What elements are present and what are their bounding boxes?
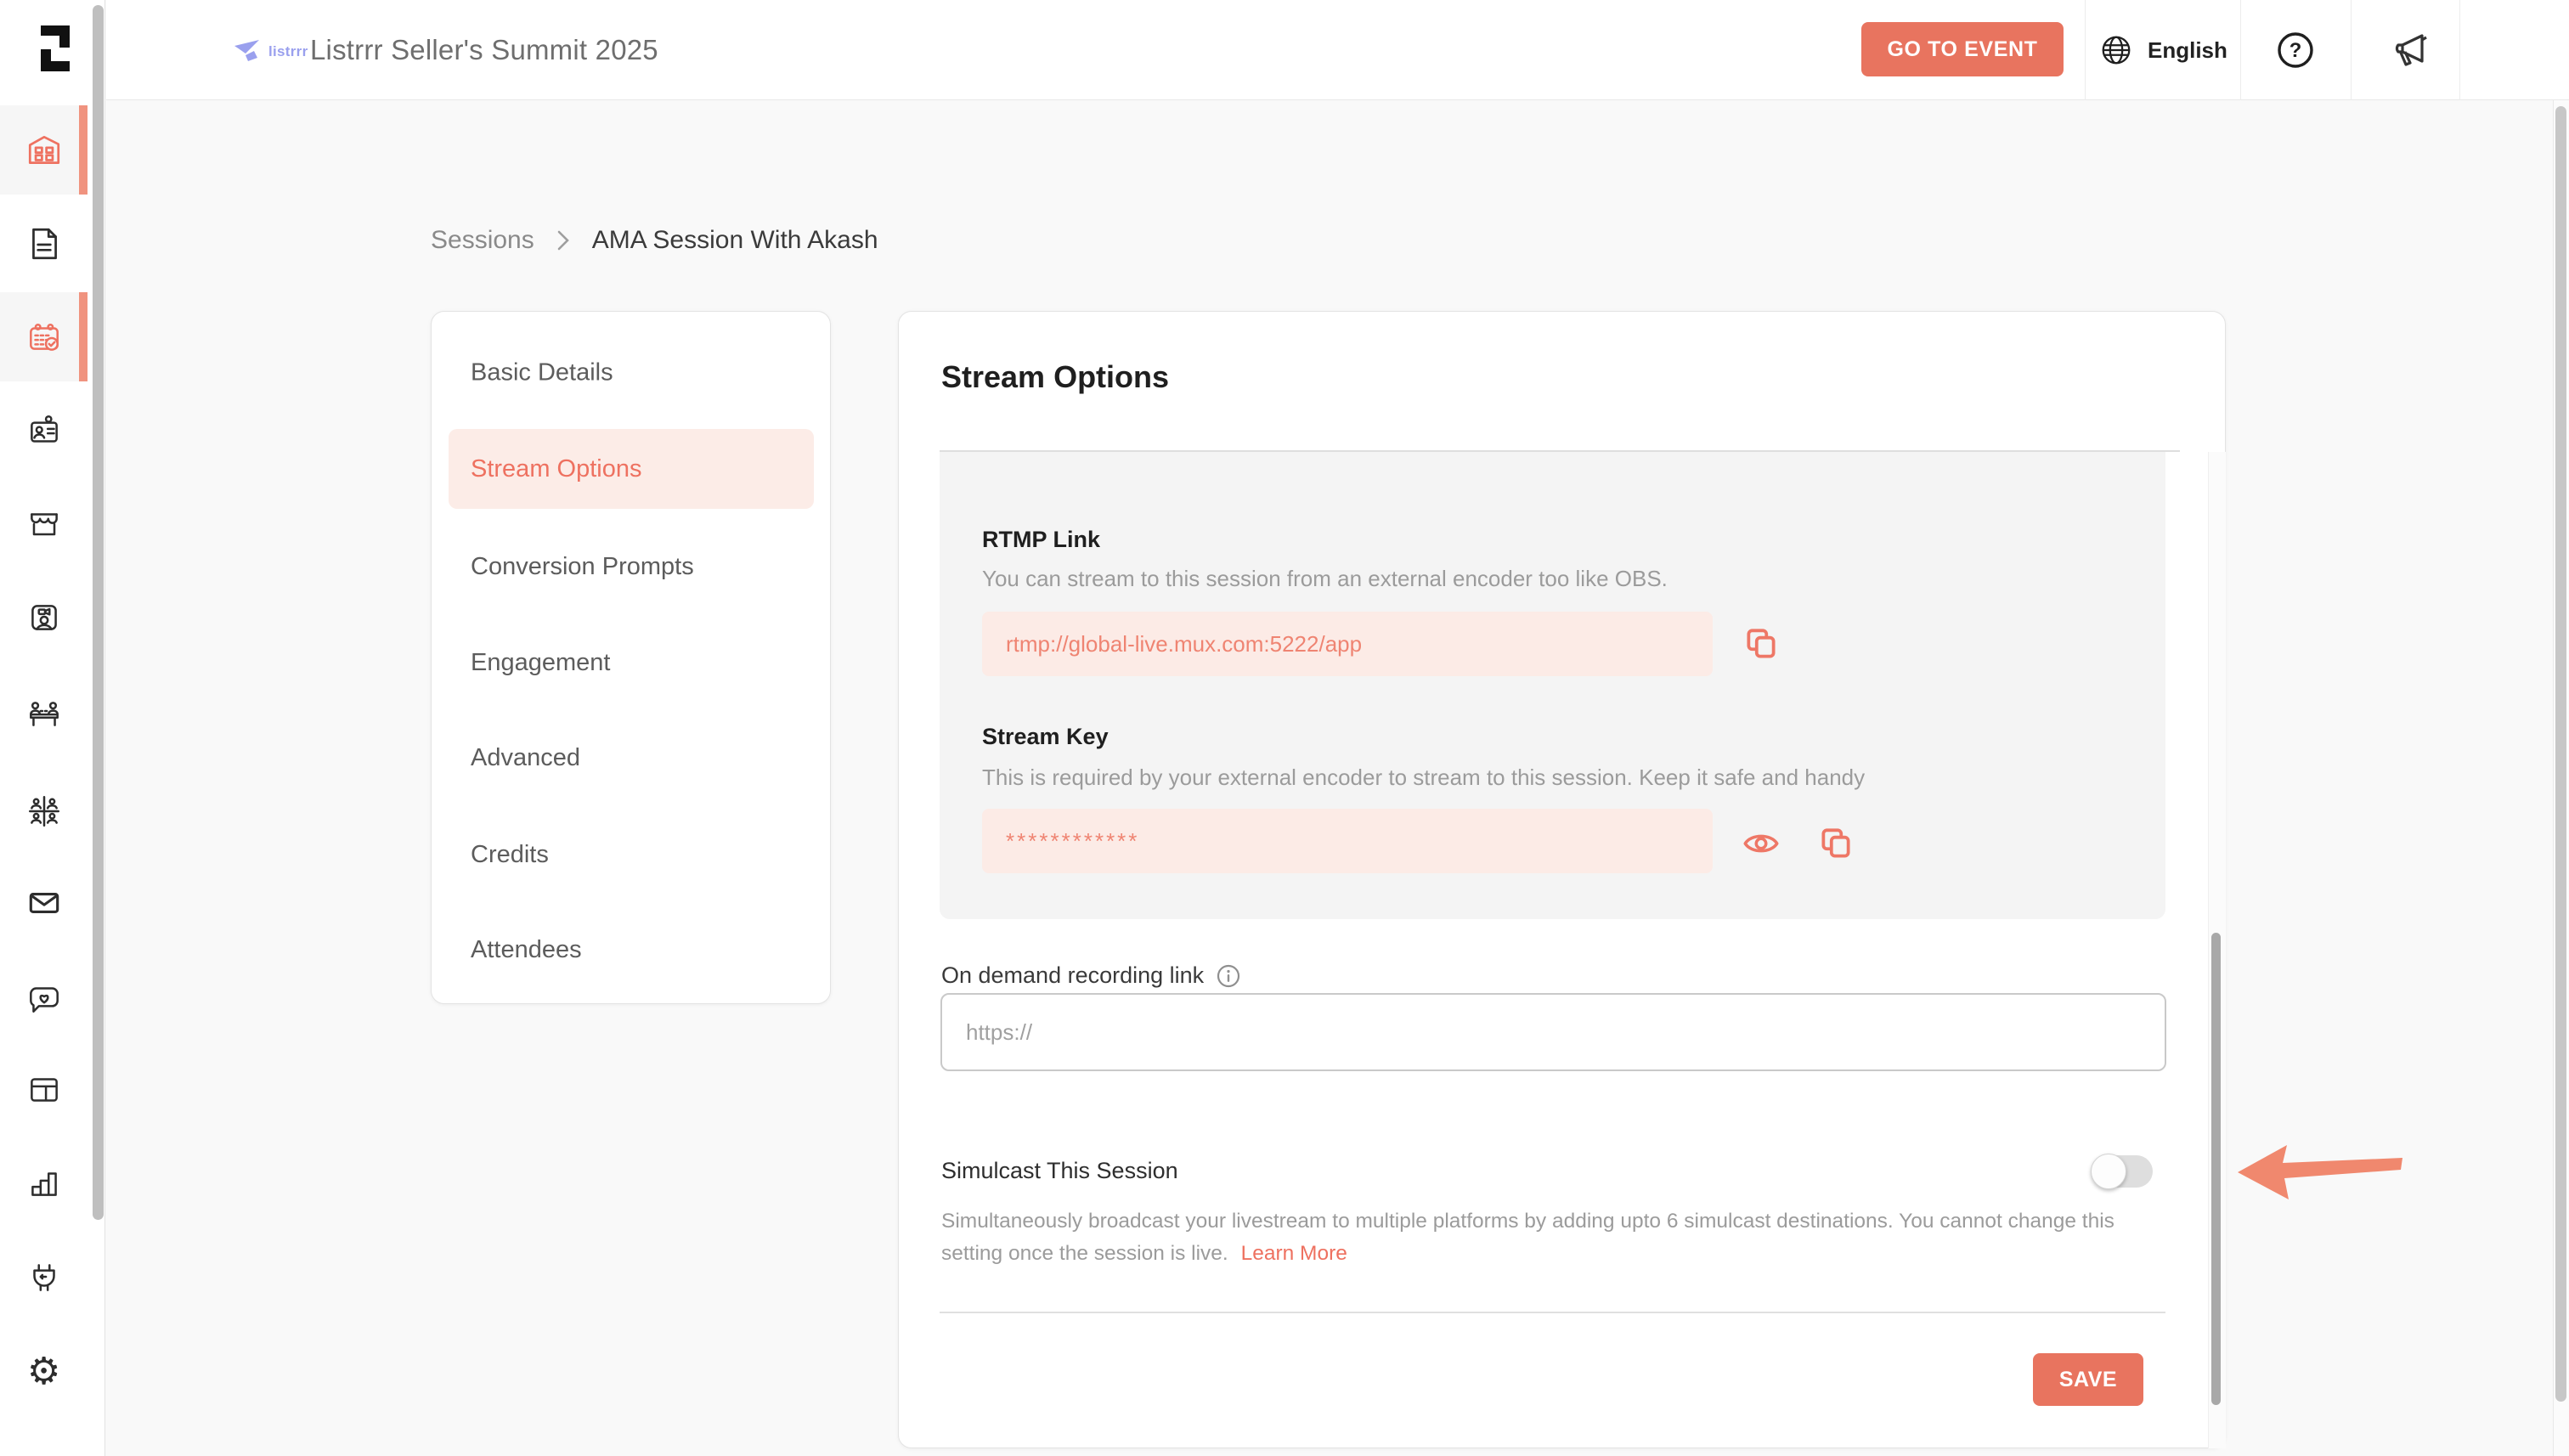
save-button[interactable]: SAVE (2033, 1353, 2143, 1406)
sidebar-item-pages[interactable] (0, 199, 88, 288)
chat-heart-icon (25, 979, 64, 1018)
top-header: listrrr Listrrr Seller's Summit 2025 GO … (106, 0, 2569, 100)
stream-key-label: Stream Key (982, 724, 1109, 750)
simulcast-label: Simulcast This Session (941, 1158, 1178, 1184)
sidebar-scrollbar[interactable] (93, 5, 104, 1220)
stream-key-value[interactable]: ************ (982, 809, 1713, 873)
copy-stream-key-button[interactable] (1816, 824, 1855, 866)
sidebar-item-networking[interactable] (0, 766, 88, 855)
page-title: Listrrr Seller's Summit 2025 (310, 0, 658, 100)
sidebar-item-integrations[interactable] (0, 1232, 88, 1321)
page-scrollbar-thumb[interactable] (2555, 106, 2566, 1402)
storefront-icon (25, 505, 64, 544)
plug-icon (25, 1257, 64, 1296)
eye-icon (1740, 822, 1782, 865)
stream-key-description: This is required by your external encode… (982, 765, 1865, 791)
chevron-right-icon (556, 229, 570, 251)
listrrr-logo-icon (233, 37, 262, 66)
header-divider (2351, 0, 2352, 100)
copy-icon (1742, 624, 1781, 663)
language-label: English (2148, 37, 2227, 64)
sidebar-item-analytics[interactable] (0, 1138, 88, 1227)
rtmp-link-value[interactable]: rtmp://global-live.mux.com:5222/app (982, 612, 1713, 676)
sidebar-item-event-home[interactable] (0, 105, 88, 195)
globe-icon (2098, 32, 2134, 68)
toggle-knob (2091, 1154, 2126, 1189)
menu-item-conversion-prompts[interactable]: Conversion Prompts (471, 553, 694, 581)
menu-item-stream-options[interactable]: Stream Options (449, 429, 814, 509)
simulcast-description-line1: Simultaneously broadcast your livestream… (941, 1205, 2114, 1238)
document-icon (25, 224, 64, 263)
sidebar-item-settings[interactable]: ⚙ (0, 1327, 88, 1416)
layout-icon (25, 1070, 64, 1109)
panel-scrollbar-thumb[interactable] (2211, 933, 2221, 1405)
session-settings-menu: Basic Details Stream Options Conversion … (431, 311, 831, 1004)
sidebar-item-layout[interactable] (0, 1045, 88, 1134)
language-selector[interactable]: English (2098, 0, 2227, 100)
header-divider (2459, 0, 2460, 100)
copy-rtmp-link-button[interactable] (1742, 624, 1781, 666)
bar-chart-icon (25, 1164, 64, 1203)
svg-text:?: ? (2290, 39, 2302, 62)
breadcrumb-current: AMA Session With Akash (592, 226, 878, 255)
announcements-button[interactable] (2388, 0, 2432, 100)
header-divider (2085, 0, 2086, 100)
go-to-event-button[interactable]: GO TO EVENT (1861, 22, 2064, 76)
menu-item-credits[interactable]: Credits (471, 841, 549, 869)
annotation-arrow (2233, 1137, 2411, 1208)
reveal-stream-key-button[interactable] (1740, 822, 1782, 867)
mail-icon (25, 883, 64, 923)
breadcrumb: Sessions AMA Session With Akash (431, 219, 878, 262)
rtmp-link-label: RTMP Link (982, 527, 1100, 553)
panel-divider (940, 1312, 2165, 1313)
sidebar-item-meetings[interactable] (0, 667, 88, 756)
sidebar-item-booths[interactable] (0, 479, 88, 568)
hubilo-logo[interactable] (31, 19, 80, 78)
panel-title: Stream Options (941, 359, 1169, 395)
simulcast-description-line2: setting once the session is live. (941, 1242, 1228, 1265)
info-icon[interactable] (1216, 963, 1241, 989)
event-brand-logo: listrrr (233, 37, 308, 66)
gear-icon: ⚙ (27, 1353, 60, 1391)
event-home-icon (25, 131, 64, 170)
stream-options-panel: Stream Options RTMP Link You can stream … (898, 311, 2226, 1448)
learn-more-link[interactable]: Learn More (1241, 1242, 1347, 1265)
sessions-calendar-icon (25, 318, 64, 357)
header-divider (2240, 0, 2241, 100)
speaker-badge-icon (25, 411, 64, 450)
sidebar-item-speakers[interactable] (0, 386, 88, 475)
meeting-table-icon (25, 692, 64, 731)
menu-item-basic-details[interactable]: Basic Details (471, 359, 613, 387)
sidebar-item-emails[interactable] (0, 858, 88, 947)
virtual-room-icon (25, 598, 64, 637)
rtmp-link-description: You can stream to this session from an e… (982, 566, 1668, 592)
help-icon: ? (2275, 30, 2316, 71)
breadcrumb-sessions-link[interactable]: Sessions (431, 226, 534, 255)
app-sidebar: ⚙ (0, 0, 105, 1456)
menu-item-label: Stream Options (471, 429, 641, 509)
recording-link-label-row: On demand recording link (941, 962, 1241, 989)
simulcast-description: Simultaneously broadcast your livestream… (941, 1205, 2114, 1270)
simulcast-toggle[interactable] (2092, 1155, 2153, 1188)
sidebar-item-engagement[interactable] (0, 953, 88, 1042)
recording-link-label: On demand recording link (941, 962, 1204, 989)
brand-name: listrrr (268, 43, 308, 60)
sidebar-item-rooms[interactable] (0, 573, 88, 662)
menu-item-advanced[interactable]: Advanced (471, 744, 580, 772)
menu-item-attendees[interactable]: Attendees (471, 936, 582, 964)
menu-item-engagement[interactable]: Engagement (471, 649, 610, 677)
sidebar-item-sessions[interactable] (0, 292, 88, 381)
megaphone-icon (2388, 28, 2432, 72)
copy-icon (1816, 824, 1855, 863)
help-button[interactable]: ? (2275, 0, 2316, 100)
external-stream-section: RTMP Link You can stream to this session… (940, 452, 2165, 919)
recording-link-input[interactable] (940, 993, 2166, 1071)
networking-icon (25, 792, 64, 831)
